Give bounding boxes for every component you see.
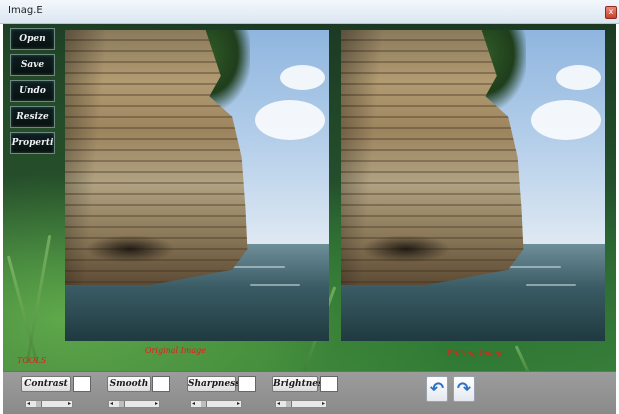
sharpness-value-box[interactable]: [238, 376, 256, 392]
cloud: [280, 65, 325, 90]
slider-thumb[interactable]: [286, 401, 292, 407]
arrow-left-icon[interactable]: ◂: [277, 400, 280, 408]
cloud: [255, 100, 325, 140]
arrow-right-icon[interactable]: ▸: [237, 400, 240, 408]
grass-decoration: [6, 255, 39, 363]
smooth-button[interactable]: Smooth: [107, 376, 151, 392]
arrow-right-icon[interactable]: ▸: [68, 400, 71, 408]
undo-arrow-button[interactable]: ↶: [426, 376, 448, 402]
cloud: [531, 100, 601, 140]
smooth-value-box[interactable]: [152, 376, 170, 392]
slider-thumb[interactable]: [36, 401, 42, 407]
title-bar: Imag.E x: [0, 0, 619, 24]
contrast-button[interactable]: Contrast: [21, 376, 71, 392]
original-image: [65, 30, 329, 341]
contrast-value-box[interactable]: [73, 376, 91, 392]
arrow-left-icon[interactable]: ◂: [27, 400, 30, 408]
undo-arrow-icon: ↶: [429, 379, 445, 399]
editing-image: [341, 30, 605, 341]
sea-shine: [526, 284, 576, 286]
slider-thumb[interactable]: [119, 401, 125, 407]
side-menu: Open Save Undo Resize Properti: [10, 28, 55, 158]
window-title: Imag.E: [8, 5, 43, 16]
redo-arrow-icon: ↷: [456, 379, 472, 399]
arrow-right-icon[interactable]: ▸: [322, 400, 325, 408]
grass-decoration: [514, 345, 535, 371]
cliff-shadow: [85, 235, 175, 263]
cloud: [556, 65, 601, 90]
sharpness-button[interactable]: Sharpness: [187, 376, 240, 392]
close-button[interactable]: x: [605, 6, 617, 19]
smooth-slider[interactable]: ◂ ▸: [108, 400, 160, 408]
save-button[interactable]: Save: [10, 54, 55, 76]
original-image-label: Original Image: [145, 346, 207, 355]
properties-button[interactable]: Properti: [10, 132, 55, 154]
contrast-slider[interactable]: ◂ ▸: [25, 400, 73, 408]
undo-button[interactable]: Undo: [10, 80, 55, 102]
open-button[interactable]: Open: [10, 28, 55, 50]
arrow-left-icon[interactable]: ◂: [110, 400, 113, 408]
sea-shine: [250, 284, 300, 286]
editing-image-label: Editing Image: [447, 349, 505, 358]
resize-button[interactable]: Resize: [10, 106, 55, 128]
workspace: Open Save Undo Resize Properti TOOLS Ori…: [3, 24, 616, 371]
arrow-left-icon[interactable]: ◂: [192, 400, 195, 408]
cliff-shadow: [361, 235, 451, 263]
tools-bar: Contrast ◂ ▸ Smooth ◂ ▸ Sharpness ◂ ▸ Br…: [3, 371, 616, 414]
brightness-button[interactable]: Brightness: [272, 376, 328, 392]
sharpness-slider[interactable]: ◂ ▸: [190, 400, 242, 408]
slider-thumb[interactable]: [201, 401, 207, 407]
tools-label: TOOLS: [17, 356, 47, 365]
redo-arrow-button[interactable]: ↷: [453, 376, 475, 402]
grass-decoration: [25, 234, 52, 364]
brightness-value-box[interactable]: [320, 376, 338, 392]
arrow-right-icon[interactable]: ▸: [155, 400, 158, 408]
brightness-slider[interactable]: ◂ ▸: [275, 400, 327, 408]
